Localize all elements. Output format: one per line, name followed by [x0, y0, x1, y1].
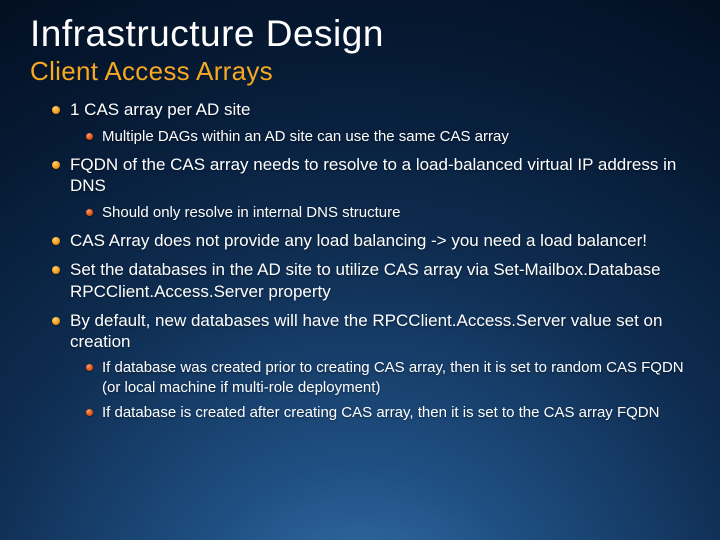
list-item: By default, new databases will have the … [70, 310, 690, 423]
list-item: If database was created prior to creatin… [102, 358, 690, 397]
bullet-text: If database was created prior to creatin… [102, 359, 684, 396]
bullet-list-level1: 1 CAS array per AD site Multiple DAGs wi… [30, 99, 690, 423]
bullet-list-level2: If database was created prior to creatin… [70, 358, 690, 423]
list-item: Should only resolve in internal DNS stru… [102, 203, 690, 223]
bullet-text: FQDN of the CAS array needs to resolve t… [70, 155, 676, 195]
bullet-list-level2: Should only resolve in internal DNS stru… [70, 203, 690, 223]
slide-title: Infrastructure Design [30, 14, 690, 55]
bullet-text: 1 CAS array per AD site [70, 100, 250, 119]
bullet-text: Multiple DAGs within an AD site can use … [102, 128, 509, 145]
bullet-text: Should only resolve in internal DNS stru… [102, 204, 400, 221]
bullet-text: Set the databases in the AD site to util… [70, 260, 661, 300]
bullet-text: CAS Array does not provide any load bala… [70, 231, 647, 250]
list-item: 1 CAS array per AD site Multiple DAGs wi… [70, 99, 690, 146]
list-item: Set the databases in the AD site to util… [70, 259, 690, 302]
list-item: FQDN of the CAS array needs to resolve t… [70, 154, 690, 222]
slide-subtitle: Client Access Arrays [30, 57, 690, 86]
bullet-list-level2: Multiple DAGs within an AD site can use … [70, 127, 690, 147]
list-item: If database is created after creating CA… [102, 403, 690, 423]
list-item: CAS Array does not provide any load bala… [70, 230, 690, 251]
list-item: Multiple DAGs within an AD site can use … [102, 127, 690, 147]
slide: Infrastructure Design Client Access Arra… [0, 0, 720, 540]
bullet-text: By default, new databases will have the … [70, 311, 662, 351]
bullet-text: If database is created after creating CA… [102, 404, 659, 421]
